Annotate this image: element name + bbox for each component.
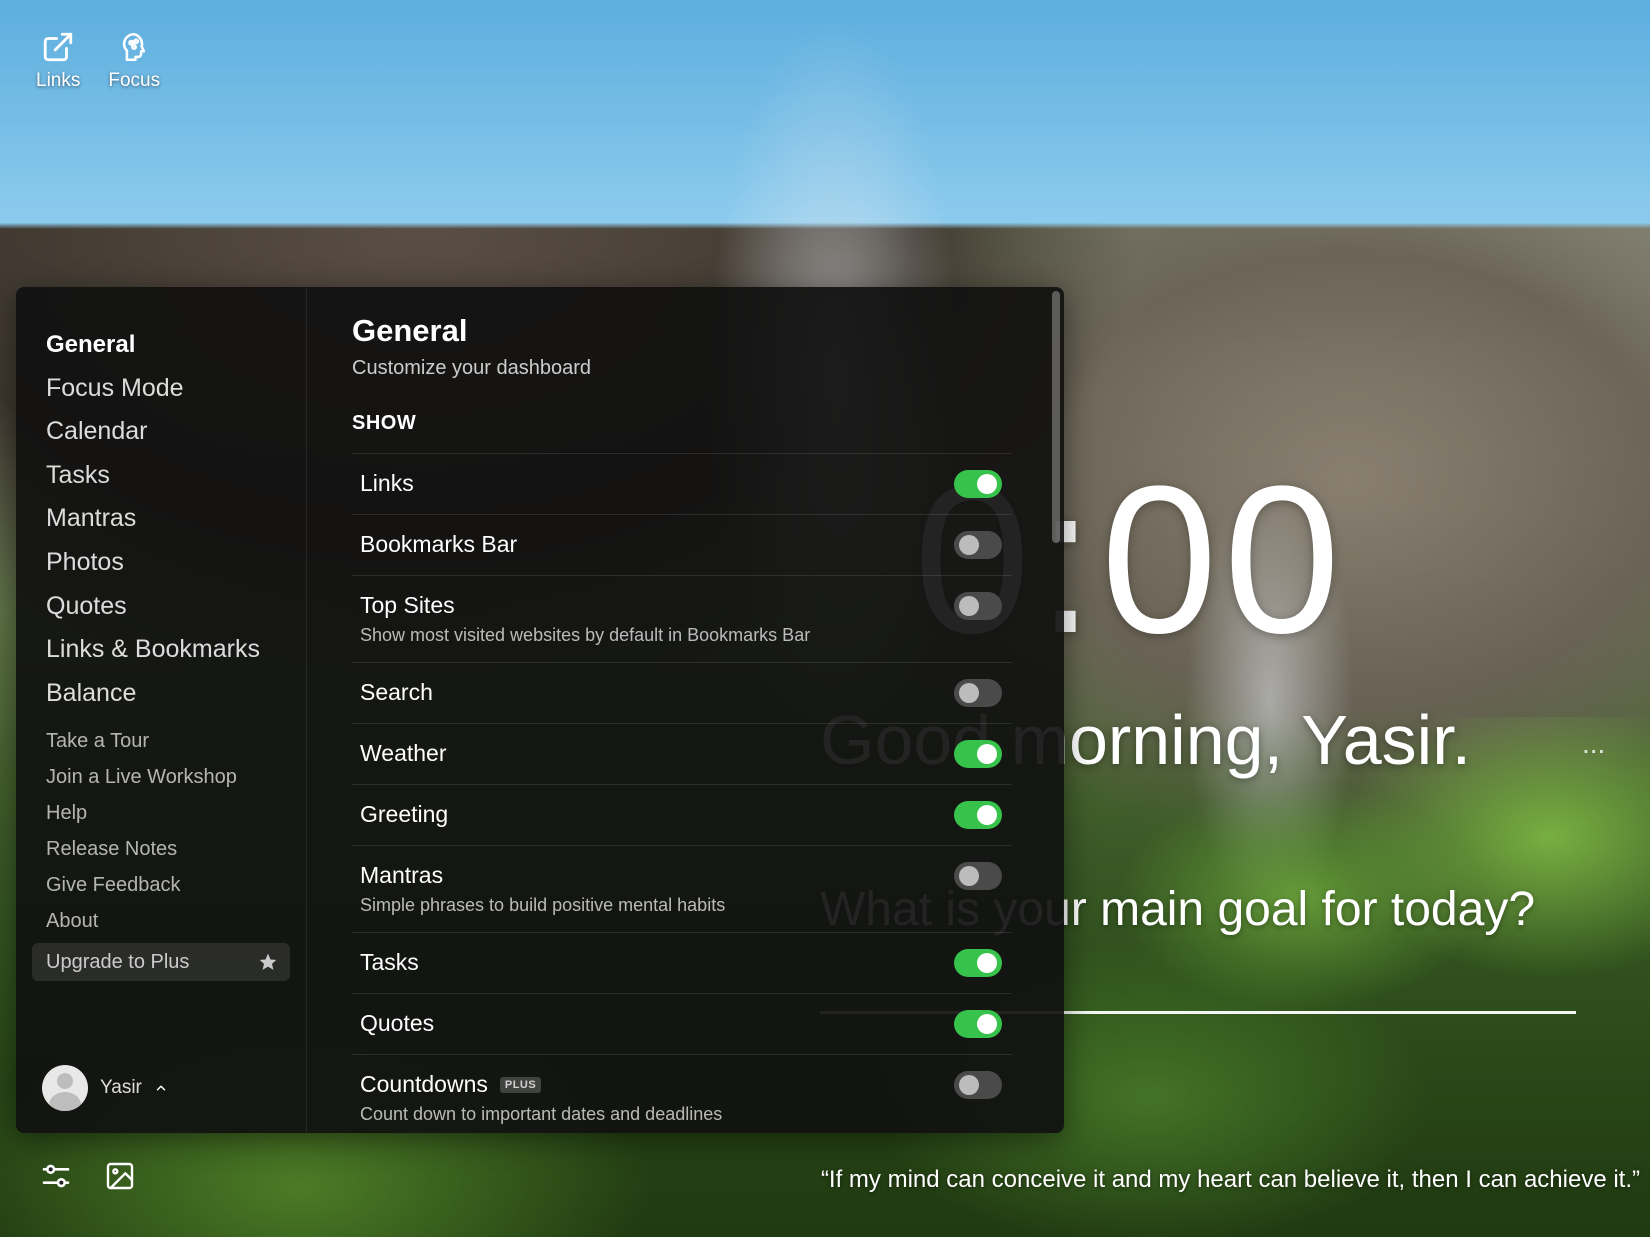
setting-text: Tasks: [360, 949, 419, 976]
setting-title: Bookmarks Bar: [360, 531, 517, 558]
toggle-top-sites[interactable]: [954, 592, 1002, 620]
setting-row-countdowns: Countdowns PLUS Count down to important da…: [352, 1055, 1012, 1133]
page-title: General: [352, 313, 468, 348]
setting-row-links: Links: [352, 454, 1012, 515]
setting-title: Search: [360, 679, 433, 706]
sidebar-link-about[interactable]: About: [46, 903, 306, 939]
setting-name: Bookmarks Bar: [360, 531, 518, 557]
setting-name: Tasks: [360, 949, 419, 975]
links-widget-label: Links: [36, 70, 81, 91]
setting-title: Weather: [360, 740, 447, 767]
external-link-icon: [44, 32, 73, 62]
sidebar-item-focus-mode[interactable]: Focus Mode: [46, 367, 306, 411]
setting-description: Simple phrases to build positive mental …: [360, 895, 726, 915]
page-subtitle: Customize your dashboard: [352, 357, 592, 379]
setting-text: Quotes: [360, 1010, 434, 1037]
toggle-countdowns[interactable]: [954, 1071, 1002, 1099]
setting-description: Count down to important dates and deadli…: [360, 1104, 723, 1124]
setting-row-mantras: Mantras Simple phrases to build positive …: [352, 846, 1012, 933]
toggle-quotes[interactable]: [954, 1010, 1002, 1038]
sidebar-item-photos[interactable]: Photos: [46, 541, 306, 585]
bottom-left-icons: [40, 1160, 136, 1192]
setting-name: Top Sites: [360, 592, 455, 618]
sidebar-item-calendar[interactable]: Calendar: [46, 410, 306, 454]
sidebar-link-give-feedback[interactable]: Give Feedback: [46, 867, 306, 903]
setting-row-search: Search: [352, 663, 1012, 724]
settings-list: Links Bookmarks Bar Top Sites Show most vis…: [352, 453, 1012, 1133]
sidebar-link-live-workshop[interactable]: Join a Live Workshop: [46, 759, 306, 795]
toggle-mantras[interactable]: [954, 862, 1002, 890]
focus-widget-label: Focus: [108, 70, 161, 91]
avatar: [42, 1065, 88, 1111]
setting-title: Quotes: [360, 1010, 434, 1037]
toggle-bookmarks-bar[interactable]: [954, 531, 1002, 559]
setting-row-bookmarks-bar: Bookmarks Bar: [352, 515, 1012, 576]
plus-badge: PLUS: [499, 1076, 542, 1093]
links-widget-button[interactable]: Links: [36, 30, 80, 92]
sidebar-link-help[interactable]: Help: [46, 795, 306, 831]
setting-title: Countdowns PLUS: [360, 1071, 722, 1098]
sidebar-item-general[interactable]: General: [46, 323, 306, 367]
focus-widget-button[interactable]: Focus: [108, 30, 160, 92]
setting-text: Greeting: [360, 801, 448, 828]
user-menu[interactable]: Yasir: [42, 1065, 168, 1111]
setting-description: Show most visited websites by default in…: [360, 625, 811, 645]
chevron-up-icon: [156, 1085, 166, 1091]
settings-content: General Customize your dashboard SHOW Li…: [307, 287, 1064, 1133]
settings-sidebar: General Focus Mode Calendar Tasks Mantra…: [16, 287, 307, 1133]
setting-name: Weather: [360, 740, 447, 766]
photo-icon[interactable]: [104, 1160, 136, 1192]
section-label-show: SHOW: [352, 412, 417, 434]
upgrade-to-plus-button[interactable]: Upgrade to Plus: [32, 943, 290, 982]
setting-name: Greeting: [360, 801, 449, 827]
sidebar-link-release-notes[interactable]: Release Notes: [46, 831, 306, 867]
primary-nav: General Focus Mode Calendar Tasks Mantra…: [16, 287, 306, 715]
setting-text: Weather: [360, 740, 447, 767]
upgrade-label: Upgrade to Plus: [46, 950, 190, 973]
toggle-greeting[interactable]: [954, 801, 1002, 829]
brain-icon: [123, 32, 146, 62]
setting-name: Quotes: [360, 1010, 435, 1036]
setting-title: Tasks: [360, 949, 419, 976]
quote-text: “If my mind can conceive it and my heart…: [820, 1166, 1640, 1193]
secondary-nav: Take a Tour Join a Live Workshop Help Re…: [46, 723, 306, 939]
setting-text: Mantras Simple phrases to build positive …: [360, 862, 725, 916]
sidebar-item-links-bookmarks[interactable]: Links & Bookmarks: [46, 628, 306, 672]
star-icon: [259, 954, 277, 971]
sidebar-item-mantras[interactable]: Mantras: [46, 497, 306, 541]
setting-text: Countdowns PLUS Count down to important da…: [360, 1071, 722, 1125]
settings-sliders-icon[interactable]: [40, 1160, 72, 1192]
setting-name: Countdowns: [360, 1071, 488, 1097]
setting-row-quotes: Quotes: [352, 994, 1012, 1055]
setting-text: Links: [360, 470, 414, 497]
setting-row-weather: Weather: [352, 724, 1012, 785]
top-left-widgets: Links Focus: [36, 30, 160, 92]
setting-text: Search: [360, 679, 433, 706]
sidebar-item-balance[interactable]: Balance: [46, 672, 306, 716]
setting-title: Mantras: [360, 862, 725, 889]
sidebar-item-tasks[interactable]: Tasks: [46, 454, 306, 498]
toggle-weather[interactable]: [954, 740, 1002, 768]
setting-row-greeting: Greeting: [352, 785, 1012, 846]
greeting-more-button[interactable]: ...: [1582, 728, 1605, 760]
setting-name: Links: [360, 470, 414, 496]
toggle-links[interactable]: [954, 470, 1002, 498]
setting-text: Top Sites Show most visited websites by d…: [360, 592, 810, 646]
panel-scrollbar[interactable]: [1052, 291, 1060, 543]
setting-row-tasks: Tasks: [352, 933, 1012, 994]
settings-panel: General Focus Mode Calendar Tasks Mantra…: [16, 287, 1064, 1133]
toggle-search[interactable]: [954, 679, 1002, 707]
user-name: Yasir: [100, 1077, 142, 1098]
setting-title: Top Sites: [360, 592, 810, 619]
setting-name: Mantras: [360, 862, 444, 888]
setting-name: Search: [360, 679, 433, 705]
setting-title: Greeting: [360, 801, 448, 828]
setting-text: Bookmarks Bar: [360, 531, 517, 558]
sidebar-link-take-a-tour[interactable]: Take a Tour: [46, 723, 306, 759]
sidebar-item-quotes[interactable]: Quotes: [46, 585, 306, 629]
toggle-tasks[interactable]: [954, 949, 1002, 977]
setting-row-top-sites: Top Sites Show most visited websites by d…: [352, 576, 1012, 663]
setting-title: Links: [360, 470, 414, 497]
